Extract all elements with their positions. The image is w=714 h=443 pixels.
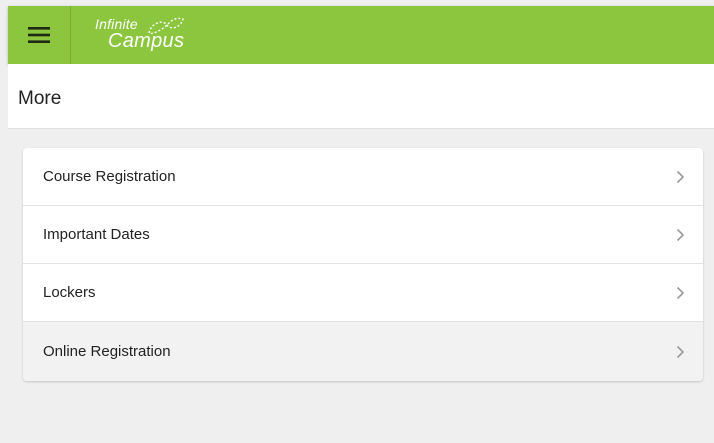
menu-item-label: Online Registration — [43, 343, 171, 360]
menu-item-online-registration[interactable]: Online Registration — [23, 322, 703, 381]
hamburger-menu-button[interactable] — [8, 6, 71, 64]
chevron-right-icon — [676, 170, 685, 184]
page-header: More — [8, 64, 714, 129]
chevron-right-icon — [676, 228, 685, 242]
chevron-right-icon — [676, 286, 685, 300]
menu-item-course-registration[interactable]: Course Registration — [23, 148, 703, 206]
menu-item-label: Course Registration — [43, 168, 176, 185]
menu-item-label: Lockers — [43, 284, 96, 301]
chevron-right-icon — [676, 345, 685, 359]
logo-swoosh-icon — [148, 17, 184, 35]
page-title: More — [18, 88, 62, 109]
menu-item-important-dates[interactable]: Important Dates — [23, 206, 703, 264]
top-app-bar: Infinite Campus — [8, 6, 714, 64]
more-menu-list: Course Registration Important Dates Lock… — [23, 148, 703, 381]
menu-item-label: Important Dates — [43, 226, 150, 243]
infinite-campus-logo[interactable]: Infinite Campus — [93, 6, 233, 64]
menu-item-lockers[interactable]: Lockers — [23, 264, 703, 322]
hamburger-menu-icon — [28, 27, 50, 43]
